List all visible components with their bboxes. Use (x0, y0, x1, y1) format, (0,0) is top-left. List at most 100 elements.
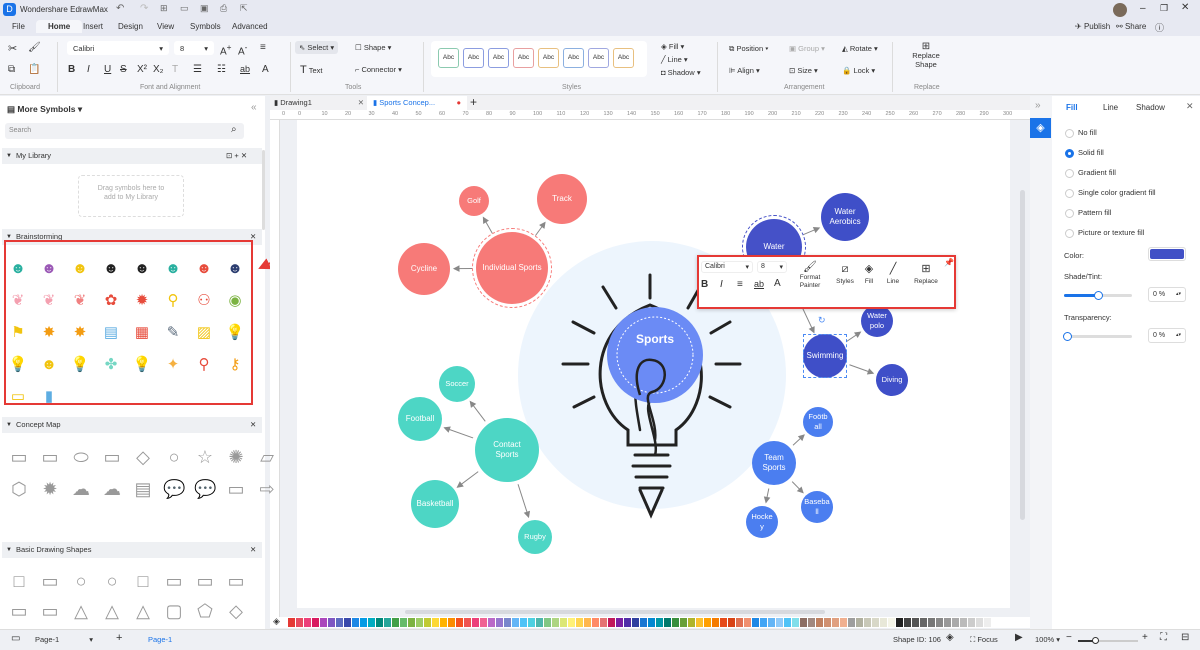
underline-ab-icon[interactable]: ab (754, 279, 764, 289)
symbol-item[interactable]: ▤ (100, 322, 122, 344)
node-hockey[interactable]: Hocke y (746, 506, 778, 538)
symbol-item[interactable]: ✸ (38, 322, 60, 344)
transparency-input[interactable]: 0 % ▴▾ (1148, 328, 1186, 343)
canvas-vertical-scrollbar[interactable] (1020, 190, 1025, 520)
page-tab[interactable]: Page-1 (148, 635, 172, 644)
color-swatch[interactable] (944, 618, 951, 627)
basic-shape[interactable]: ▭ (8, 600, 30, 622)
node-cycline[interactable]: Cycline (398, 243, 450, 295)
color-swatch[interactable] (408, 618, 415, 627)
line-button[interactable]: ╱ Line (883, 260, 903, 285)
basic-shape[interactable]: ▭ (163, 570, 185, 592)
color-swatch[interactable] (736, 618, 743, 627)
color-swatch[interactable] (808, 618, 815, 627)
color-swatch[interactable] (912, 618, 919, 627)
color-swatch[interactable] (392, 618, 399, 627)
float-font-select[interactable]: Calibri ▾ (701, 261, 753, 273)
close-panel-icon[interactable]: ✕ (1186, 101, 1194, 112)
zoom-in-icon[interactable]: + (1142, 632, 1148, 643)
node-contact[interactable]: Contact Sports (475, 418, 539, 482)
tab-fill[interactable]: Fill (1066, 103, 1078, 112)
color-swatch[interactable] (384, 618, 391, 627)
zoom-slider[interactable] (1078, 637, 1138, 644)
symbol-item[interactable]: ✸ (69, 322, 91, 344)
color-swatch[interactable] (664, 618, 671, 627)
node-football[interactable]: Football (398, 397, 442, 441)
symbol-item[interactable]: 💡 (7, 354, 29, 376)
color-swatch[interactable] (976, 618, 983, 627)
basic-shape[interactable]: ○ (101, 570, 123, 592)
color-swatch[interactable] (552, 618, 559, 627)
concept-shape[interactable]: ▭ (225, 478, 247, 500)
color-swatch[interactable] (560, 618, 567, 627)
color-swatch[interactable] (528, 618, 535, 627)
color-swatch[interactable] (744, 618, 751, 627)
styles-button[interactable]: ⧄ Styles (833, 260, 857, 285)
symbol-item[interactable]: ❦ (69, 290, 91, 312)
concept-shape[interactable]: ☁ (70, 478, 92, 500)
symbol-item[interactable]: ◉ (224, 290, 246, 312)
color-swatch[interactable] (544, 618, 551, 627)
color-swatch[interactable] (328, 618, 335, 627)
rotate-handle-icon[interactable]: ↻ (818, 315, 826, 326)
concept-shape[interactable]: ▱ (256, 446, 278, 468)
color-swatch[interactable] (936, 618, 943, 627)
node-diving[interactable]: Diving (876, 364, 908, 396)
color-swatch[interactable] (568, 618, 575, 627)
node-baseball[interactable]: Baseba ll (801, 491, 833, 523)
color-swatch[interactable] (840, 618, 847, 627)
float-size-select[interactable]: 8 ▾ (757, 261, 787, 273)
color-swatch[interactable] (704, 618, 711, 627)
color-swatch[interactable] (304, 618, 311, 627)
basic-shape[interactable]: ○ (70, 570, 92, 592)
symbol-item[interactable]: ☻ (7, 258, 29, 280)
color-swatch[interactable] (376, 618, 383, 627)
concept-shape[interactable]: ⬡ (8, 478, 30, 500)
node-basketball[interactable]: Basketball (411, 480, 459, 528)
symbol-item[interactable]: ▦ (131, 322, 153, 344)
color-swatch[interactable] (464, 618, 471, 627)
symbol-item[interactable]: ☻ (131, 258, 153, 280)
align-icon[interactable]: ≡ (737, 279, 743, 290)
color-swatch[interactable] (728, 618, 735, 627)
concept-shape[interactable]: ☆ (194, 446, 216, 468)
color-swatch[interactable] (456, 618, 463, 627)
color-swatch[interactable] (712, 618, 719, 627)
fill-bucket-icon[interactable]: ◈ (273, 616, 280, 627)
basic-shape[interactable]: △ (70, 600, 92, 622)
symbol-item[interactable]: 💡 (131, 354, 153, 376)
basic-shape[interactable]: ▭ (39, 570, 61, 592)
color-swatch[interactable] (488, 618, 495, 627)
symbol-item[interactable]: ☻ (193, 258, 215, 280)
color-swatch[interactable] (296, 618, 303, 627)
color-swatch[interactable] (872, 618, 879, 627)
basic-shape[interactable]: ▢ (163, 600, 185, 622)
color-swatch[interactable] (440, 618, 447, 627)
color-swatch[interactable] (632, 618, 639, 627)
bold-icon[interactable]: B (701, 279, 708, 290)
symbol-item[interactable]: ▨ (193, 322, 215, 344)
radio-solid-fill[interactable] (1065, 149, 1074, 158)
color-swatch[interactable] (856, 618, 863, 627)
page-panel-icon[interactable]: ▭ (11, 633, 20, 644)
transparency-slider[interactable] (1063, 332, 1132, 341)
color-swatch[interactable] (496, 618, 503, 627)
color-swatch[interactable] (432, 618, 439, 627)
color-swatch[interactable] (512, 618, 519, 627)
color-swatch[interactable] (448, 618, 455, 627)
color-swatch[interactable] (880, 618, 887, 627)
color-swatch[interactable] (920, 618, 927, 627)
color-swatch[interactable] (504, 618, 511, 627)
radio-pattern-fill[interactable] (1065, 209, 1074, 218)
color-swatch[interactable] (832, 618, 839, 627)
font-color-icon[interactable]: A (774, 278, 781, 289)
canvas-horizontal-scrollbar[interactable] (405, 610, 825, 614)
node-polo[interactable]: Water polo (861, 305, 893, 337)
color-swatch[interactable] (752, 618, 759, 627)
concept-shape[interactable]: ▭ (8, 446, 30, 468)
radio-no-fill[interactable] (1065, 129, 1074, 138)
color-swatch[interactable] (472, 618, 479, 627)
node-aerobics[interactable]: Water Aerobics (821, 193, 869, 241)
symbol-item[interactable]: ⚷ (224, 354, 246, 376)
concept-shape[interactable]: ✹ (39, 478, 61, 500)
